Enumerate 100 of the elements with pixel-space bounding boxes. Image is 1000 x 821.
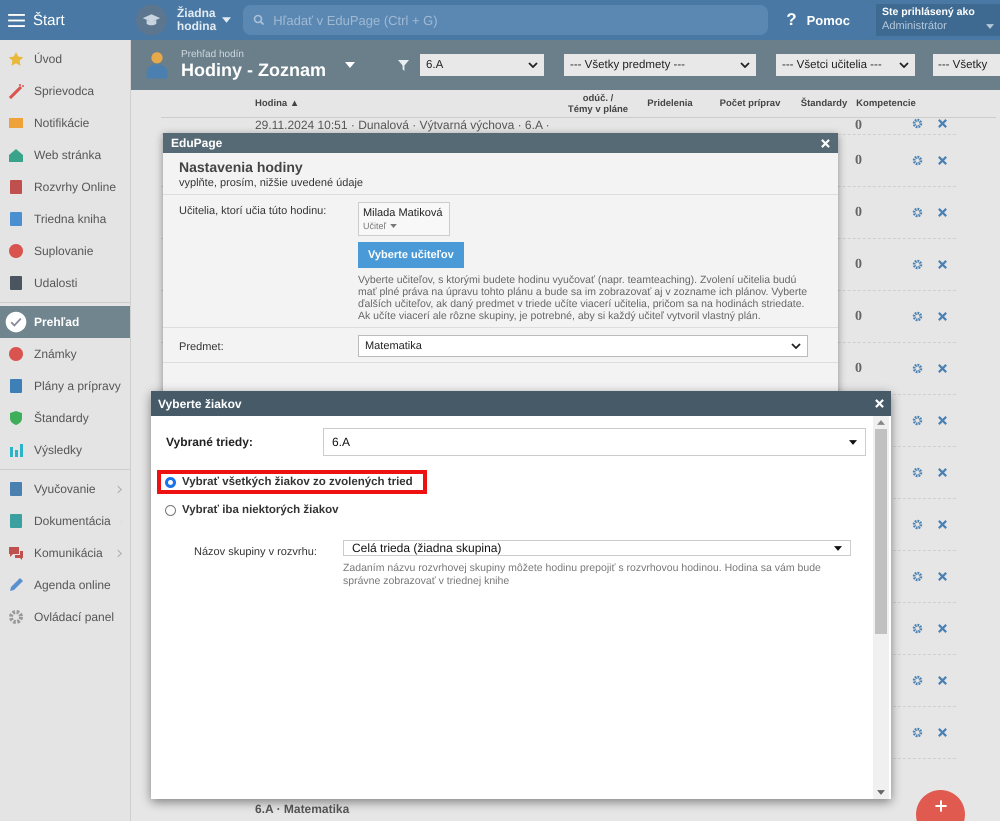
table-cell-text: 0 xyxy=(855,360,863,376)
page-subtitle: Prehľad hodín xyxy=(181,49,245,60)
filter-dropdown[interactable]: 6.A xyxy=(420,54,544,76)
sidebar-item[interactable]: Dokumentácia xyxy=(0,505,130,537)
sidebar-item[interactable]: Triedna kniha xyxy=(0,203,130,235)
help-text: Zadaním názvu rozvrhovej skupiny môžete hodinu prepojiť s rozvrhovou hodinou. Hodina sa vám bude správne zobrazovať v triednej knihe xyxy=(343,562,822,588)
field-label: Názov skupiny v rozvrhu: xyxy=(194,545,318,560)
delete-icon[interactable] xyxy=(937,259,948,270)
sidebar-item[interactable]: Rozvrhy Online xyxy=(0,171,130,203)
settings-icon[interactable] xyxy=(912,519,923,530)
shield-icon xyxy=(8,410,24,426)
filter-dropdown[interactable]: --- Všetky xyxy=(933,54,1000,76)
settings-icon[interactable] xyxy=(912,311,923,322)
help-text: Vyberte učiteľov, s ktorými budete hodinu vyučovať (napr. teamteaching). Zvolení učitelia budú mať plné práva na úpravu tohto plánu a bude sa im zobrazovať aj v zozname ich plánov. Vyberte ďalších učiteľov, ak daný predmet v triede učíte viacerí učitelia, pričom sa na hodinách striedate. Ak učíte viacerí ale rôzne skupiny, je potrebné, aby si každý učiteľ vytvoril vlastný plán. xyxy=(358,274,808,322)
settings-icon[interactable] xyxy=(912,675,923,686)
table-cell-text: 0 xyxy=(855,308,863,324)
help-button[interactable]: ? Pomoc xyxy=(780,9,856,31)
teacher-card[interactable]: Milada Matiková Učiteľ xyxy=(358,202,450,236)
search-field[interactable]: Hľadať v EduPage (Ctrl + G) xyxy=(243,5,768,35)
field-label: Učitelia, ktorí učia túto hodinu: xyxy=(179,204,328,219)
delete-icon[interactable] xyxy=(937,311,948,322)
lesson-selector[interactable]: Žiadna hodina xyxy=(170,7,238,33)
settings-icon[interactable] xyxy=(912,727,923,738)
settings-icon[interactable] xyxy=(912,118,923,129)
sidebar-item[interactable]: Notifikácie xyxy=(0,107,130,139)
subject-dropdown[interactable]: Matematika xyxy=(358,335,808,357)
delete-icon[interactable] xyxy=(937,675,948,686)
graduation-cap-icon xyxy=(136,4,167,36)
sidebar-item[interactable]: Komunikácia xyxy=(0,537,130,569)
chevron-down-icon xyxy=(528,62,538,68)
scroll-up-icon[interactable] xyxy=(877,420,885,425)
chat-icon xyxy=(8,545,24,561)
chevron-down-icon xyxy=(791,343,801,349)
filter-dropdown[interactable]: --- Všetky predmety --- xyxy=(564,54,756,76)
delete-icon[interactable] xyxy=(937,207,948,218)
scroll-down-icon[interactable] xyxy=(877,790,885,795)
scrollbar[interactable] xyxy=(873,416,889,799)
check-circle-icon xyxy=(5,311,27,333)
sidebar-item[interactable]: Prehľad xyxy=(0,306,130,338)
radio-option[interactable]: Vybrať iba niektorých žiakov xyxy=(157,498,353,522)
sidebar-item[interactable]: Web stránka xyxy=(0,139,130,171)
settings-icon[interactable] xyxy=(912,467,923,478)
sidebar-item[interactable]: Ovládací panel xyxy=(0,601,130,633)
delete-icon[interactable] xyxy=(937,118,948,129)
chevron-icon xyxy=(117,484,122,494)
caret-icon xyxy=(222,17,232,23)
classes-dropdown[interactable]: 6.A xyxy=(323,428,866,456)
start-menu-button[interactable]: Štart xyxy=(0,0,126,40)
table-cell-text: 0 xyxy=(855,118,863,134)
filter-dropdown[interactable]: --- Všetci učitelia --- xyxy=(776,54,915,76)
table-cell-text: 0 xyxy=(855,256,863,272)
column-header[interactable]: Hodina ▲ xyxy=(255,98,560,109)
sidebar-item[interactable]: Úvod xyxy=(0,43,130,75)
wand-icon xyxy=(8,83,24,99)
column-header[interactable]: Kompetencie xyxy=(852,98,920,109)
dialog-title: Vyberte žiakov xyxy=(158,396,242,410)
sidebar-item[interactable]: Agenda online xyxy=(0,569,130,601)
close-icon[interactable] xyxy=(821,138,830,148)
menu-icon xyxy=(8,14,25,26)
sidebar-item[interactable]: Plány a prípravy xyxy=(0,370,130,402)
caret-icon xyxy=(986,24,994,29)
sidebar-item[interactable]: Sprievodca xyxy=(0,75,130,107)
delete-icon[interactable] xyxy=(937,415,948,426)
column-header[interactable]: Štandardy xyxy=(796,98,852,109)
sidebar-item[interactable]: Vyučovanie xyxy=(0,473,130,505)
user-menu[interactable]: Ste prihlásený ako Administrátor xyxy=(876,4,1000,36)
delete-icon[interactable] xyxy=(937,155,948,166)
group-dropdown[interactable]: Celá trieda (žiadna skupina) xyxy=(343,540,851,556)
select-teachers-button[interactable]: Vyberte učiteľov xyxy=(358,242,464,268)
settings-icon[interactable] xyxy=(912,415,923,426)
column-header[interactable]: Počet príprav xyxy=(704,98,796,109)
delete-icon[interactable] xyxy=(937,727,948,738)
close-icon[interactable] xyxy=(875,399,884,408)
delete-icon[interactable] xyxy=(937,467,948,478)
grade-badge-icon xyxy=(8,346,24,362)
settings-icon[interactable] xyxy=(912,571,923,582)
person-avatar-icon xyxy=(145,50,169,80)
caret-icon xyxy=(849,440,857,444)
page-title: Hodiny - Zoznam xyxy=(181,60,327,81)
column-header[interactable]: odúč. / Témy v pláne xyxy=(560,92,636,114)
delete-icon[interactable] xyxy=(937,519,948,530)
sidebar-item[interactable]: Výsledky xyxy=(0,434,130,466)
sidebar-item[interactable]: Udalosti xyxy=(0,267,130,299)
pen-icon xyxy=(8,577,24,593)
column-header[interactable]: Pridelenia xyxy=(636,98,704,109)
sidebar-item[interactable]: Známky xyxy=(0,338,130,370)
radio-option[interactable]: Vybrať všetkých žiakov zo zvolených tried xyxy=(157,470,427,494)
delete-icon[interactable] xyxy=(937,623,948,634)
dialog-title: EduPage xyxy=(171,136,222,150)
delete-icon[interactable] xyxy=(937,571,948,582)
settings-icon[interactable] xyxy=(912,207,923,218)
caret-icon[interactable] xyxy=(345,62,355,68)
sidebar-item[interactable]: Štandardy xyxy=(0,402,130,434)
sidebar-item[interactable]: Suplovanie xyxy=(0,235,130,267)
settings-icon[interactable] xyxy=(912,155,923,166)
delete-icon[interactable] xyxy=(937,363,948,374)
dialog-subheading: vyplňte, prosím, nižšie uvedené údaje xyxy=(179,177,364,189)
settings-icon[interactable] xyxy=(912,363,923,374)
settings-icon[interactable] xyxy=(912,259,923,270)
settings-icon[interactable] xyxy=(912,623,923,634)
